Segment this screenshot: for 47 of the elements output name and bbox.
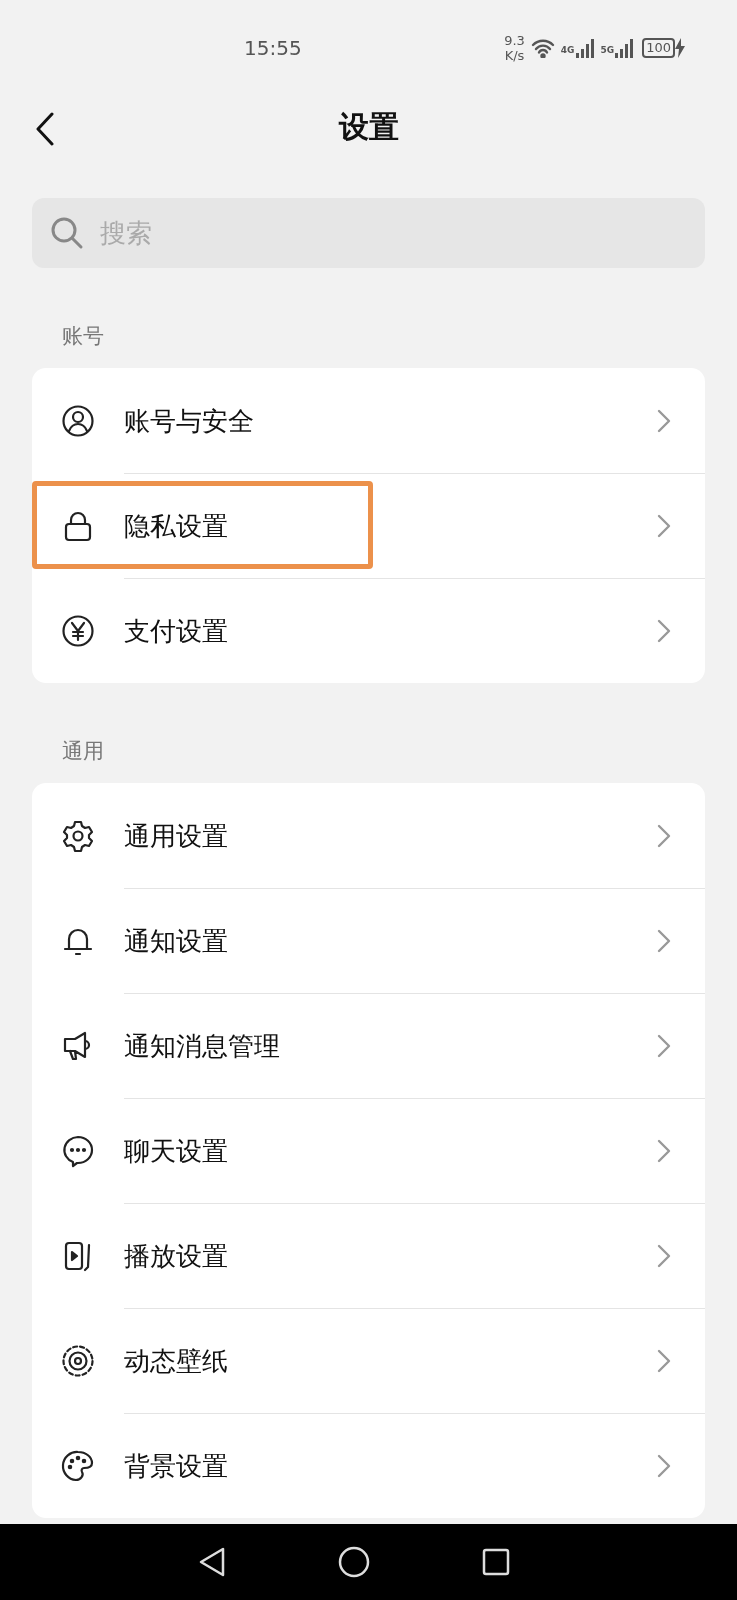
battery-level: 100	[642, 38, 675, 58]
chevron-icon	[657, 1349, 671, 1373]
search-icon	[50, 216, 84, 250]
network-type: 4G	[560, 45, 575, 55]
settings-item[interactable]: 账号与安全	[32, 368, 705, 473]
signal-icon	[574, 37, 595, 59]
search-field[interactable]: 搜索	[32, 198, 705, 268]
home-circle-icon	[337, 1546, 370, 1578]
target-icon	[61, 1343, 95, 1378]
chevron-icon	[657, 1454, 671, 1478]
settings-item[interactable]: 播放设置	[32, 1203, 705, 1308]
back-triangle-icon	[197, 1547, 226, 1577]
home-button[interactable]	[337, 1546, 370, 1578]
network-type: 5G	[600, 45, 615, 55]
wifi-icon	[530, 38, 555, 58]
gear-icon	[61, 818, 95, 853]
speed-value: 9.3	[504, 33, 525, 48]
settings-item[interactable]: 动态壁纸	[32, 1308, 705, 1413]
back-nav-button[interactable]	[197, 1547, 226, 1577]
recents-button[interactable]	[481, 1548, 510, 1576]
speed-unit: K/s	[504, 48, 525, 63]
chevron-icon	[657, 1034, 671, 1058]
signal-icon	[614, 37, 635, 59]
yen-icon	[61, 613, 95, 648]
settings-item[interactable]: 隐私设置	[32, 473, 705, 578]
settings-item[interactable]: 背景设置	[32, 1413, 705, 1518]
user-icon	[61, 403, 95, 438]
chevron-icon	[657, 1139, 671, 1163]
palette-icon	[61, 1448, 95, 1483]
chevron-icon	[657, 929, 671, 953]
chevron-icon	[657, 1244, 671, 1268]
chevron-icon	[657, 824, 671, 848]
recents-square-icon	[481, 1548, 510, 1576]
settings-item[interactable]: 通知消息管理	[32, 993, 705, 1098]
back-icon	[34, 112, 56, 146]
section-title: 通用	[61, 738, 105, 765]
settings-item[interactable]: 聊天设置	[32, 1098, 705, 1203]
settings-item[interactable]: 通用设置	[32, 783, 705, 888]
chat-icon	[61, 1133, 95, 1168]
settings-item[interactable]: 通知设置	[32, 888, 705, 993]
chevron-icon	[657, 409, 671, 433]
clock-time: 15:55	[244, 36, 303, 60]
chevron-icon	[657, 619, 671, 643]
settings-item[interactable]: 支付设置	[32, 578, 705, 683]
page-title: 设置	[338, 107, 399, 146]
chevron-icon	[657, 514, 671, 538]
section-title: 账号	[61, 323, 105, 350]
